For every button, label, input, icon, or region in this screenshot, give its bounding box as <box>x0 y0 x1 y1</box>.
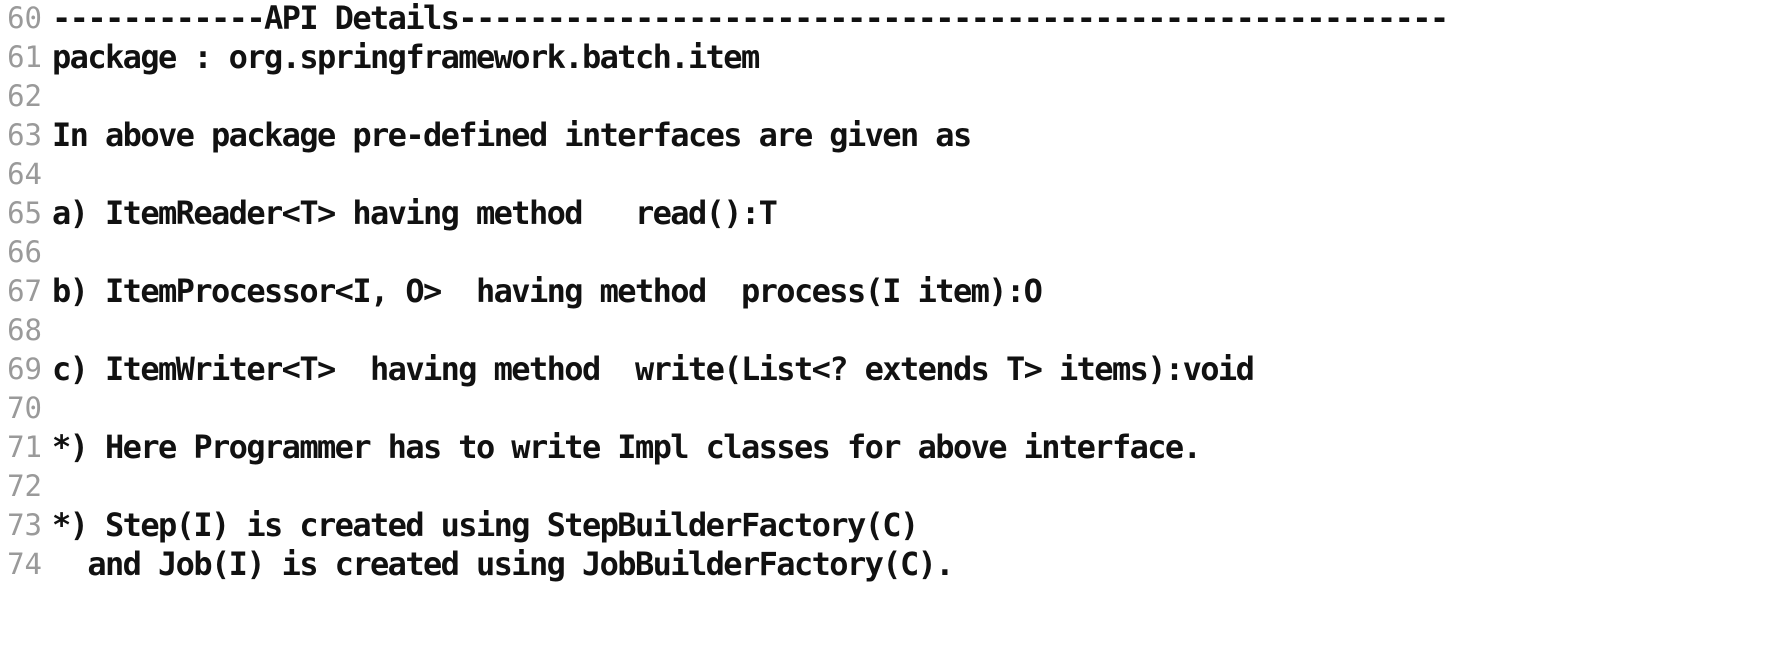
line-number: 64 <box>7 157 42 191</box>
line-text[interactable]: package : org.springframework.batch.item <box>52 38 760 76</box>
editor-line-71[interactable]: 71 *) Here Programmer has to write Impl … <box>0 425 1202 469</box>
line-number: 71 <box>7 430 42 464</box>
line-number: 74 <box>7 547 42 581</box>
line-text[interactable]: and Job(I) is created using JobBuilderFa… <box>52 545 954 583</box>
editor-line-73[interactable]: 73 *) Step(I) is created using StepBuild… <box>0 503 919 547</box>
line-number: 72 <box>7 469 42 503</box>
line-text[interactable]: In above package pre-defined interfaces … <box>52 116 972 154</box>
editor-line-74[interactable]: 74 and Job(I) is created using JobBuilde… <box>0 542 954 586</box>
line-number: 65 <box>7 196 42 230</box>
editor-line-72[interactable]: 72 <box>0 464 52 508</box>
line-number: 68 <box>7 313 42 347</box>
line-number: 70 <box>7 391 42 425</box>
editor-line-67[interactable]: 67 b) ItemProcessor<I, O> having method … <box>0 269 1043 313</box>
editor-line-60[interactable]: 60 ------------API Details--------------… <box>0 0 1449 40</box>
line-text[interactable]: a) ItemReader<T> having method read():T <box>52 194 778 232</box>
line-text[interactable]: *) Step(I) is created using StepBuilderF… <box>52 506 919 544</box>
line-number: 60 <box>7 1 42 35</box>
editor-line-70[interactable]: 70 <box>0 386 52 430</box>
line-text[interactable]: *) Here Programmer has to write Impl cla… <box>52 428 1202 466</box>
editor-line-62[interactable]: 62 <box>0 74 52 118</box>
text-editor[interactable]: 60 ------------API Details--------------… <box>0 0 1766 661</box>
line-text[interactable]: c) ItemWriter<T> having method write(Lis… <box>52 350 1255 388</box>
editor-line-65[interactable]: 65 a) ItemReader<T> having method read()… <box>0 191 778 235</box>
line-number: 67 <box>7 274 42 308</box>
editor-line-68[interactable]: 68 <box>0 308 52 352</box>
line-text[interactable]: ------------API Details-----------------… <box>52 0 1449 37</box>
editor-line-69[interactable]: 69 c) ItemWriter<T> having method write(… <box>0 347 1255 391</box>
editor-line-61[interactable]: 61 package : org.springframework.batch.i… <box>0 35 760 79</box>
line-number: 62 <box>7 79 42 113</box>
line-number: 66 <box>7 235 42 269</box>
line-text[interactable]: b) ItemProcessor<I, O> having method pro… <box>52 272 1043 310</box>
line-number: 61 <box>7 40 42 74</box>
line-number: 63 <box>7 118 42 152</box>
editor-line-64[interactable]: 64 <box>0 152 52 196</box>
line-number: 69 <box>7 352 42 386</box>
editor-line-66[interactable]: 66 <box>0 230 52 274</box>
editor-line-63[interactable]: 63 In above package pre-defined interfac… <box>0 113 972 157</box>
line-number: 73 <box>7 508 42 542</box>
